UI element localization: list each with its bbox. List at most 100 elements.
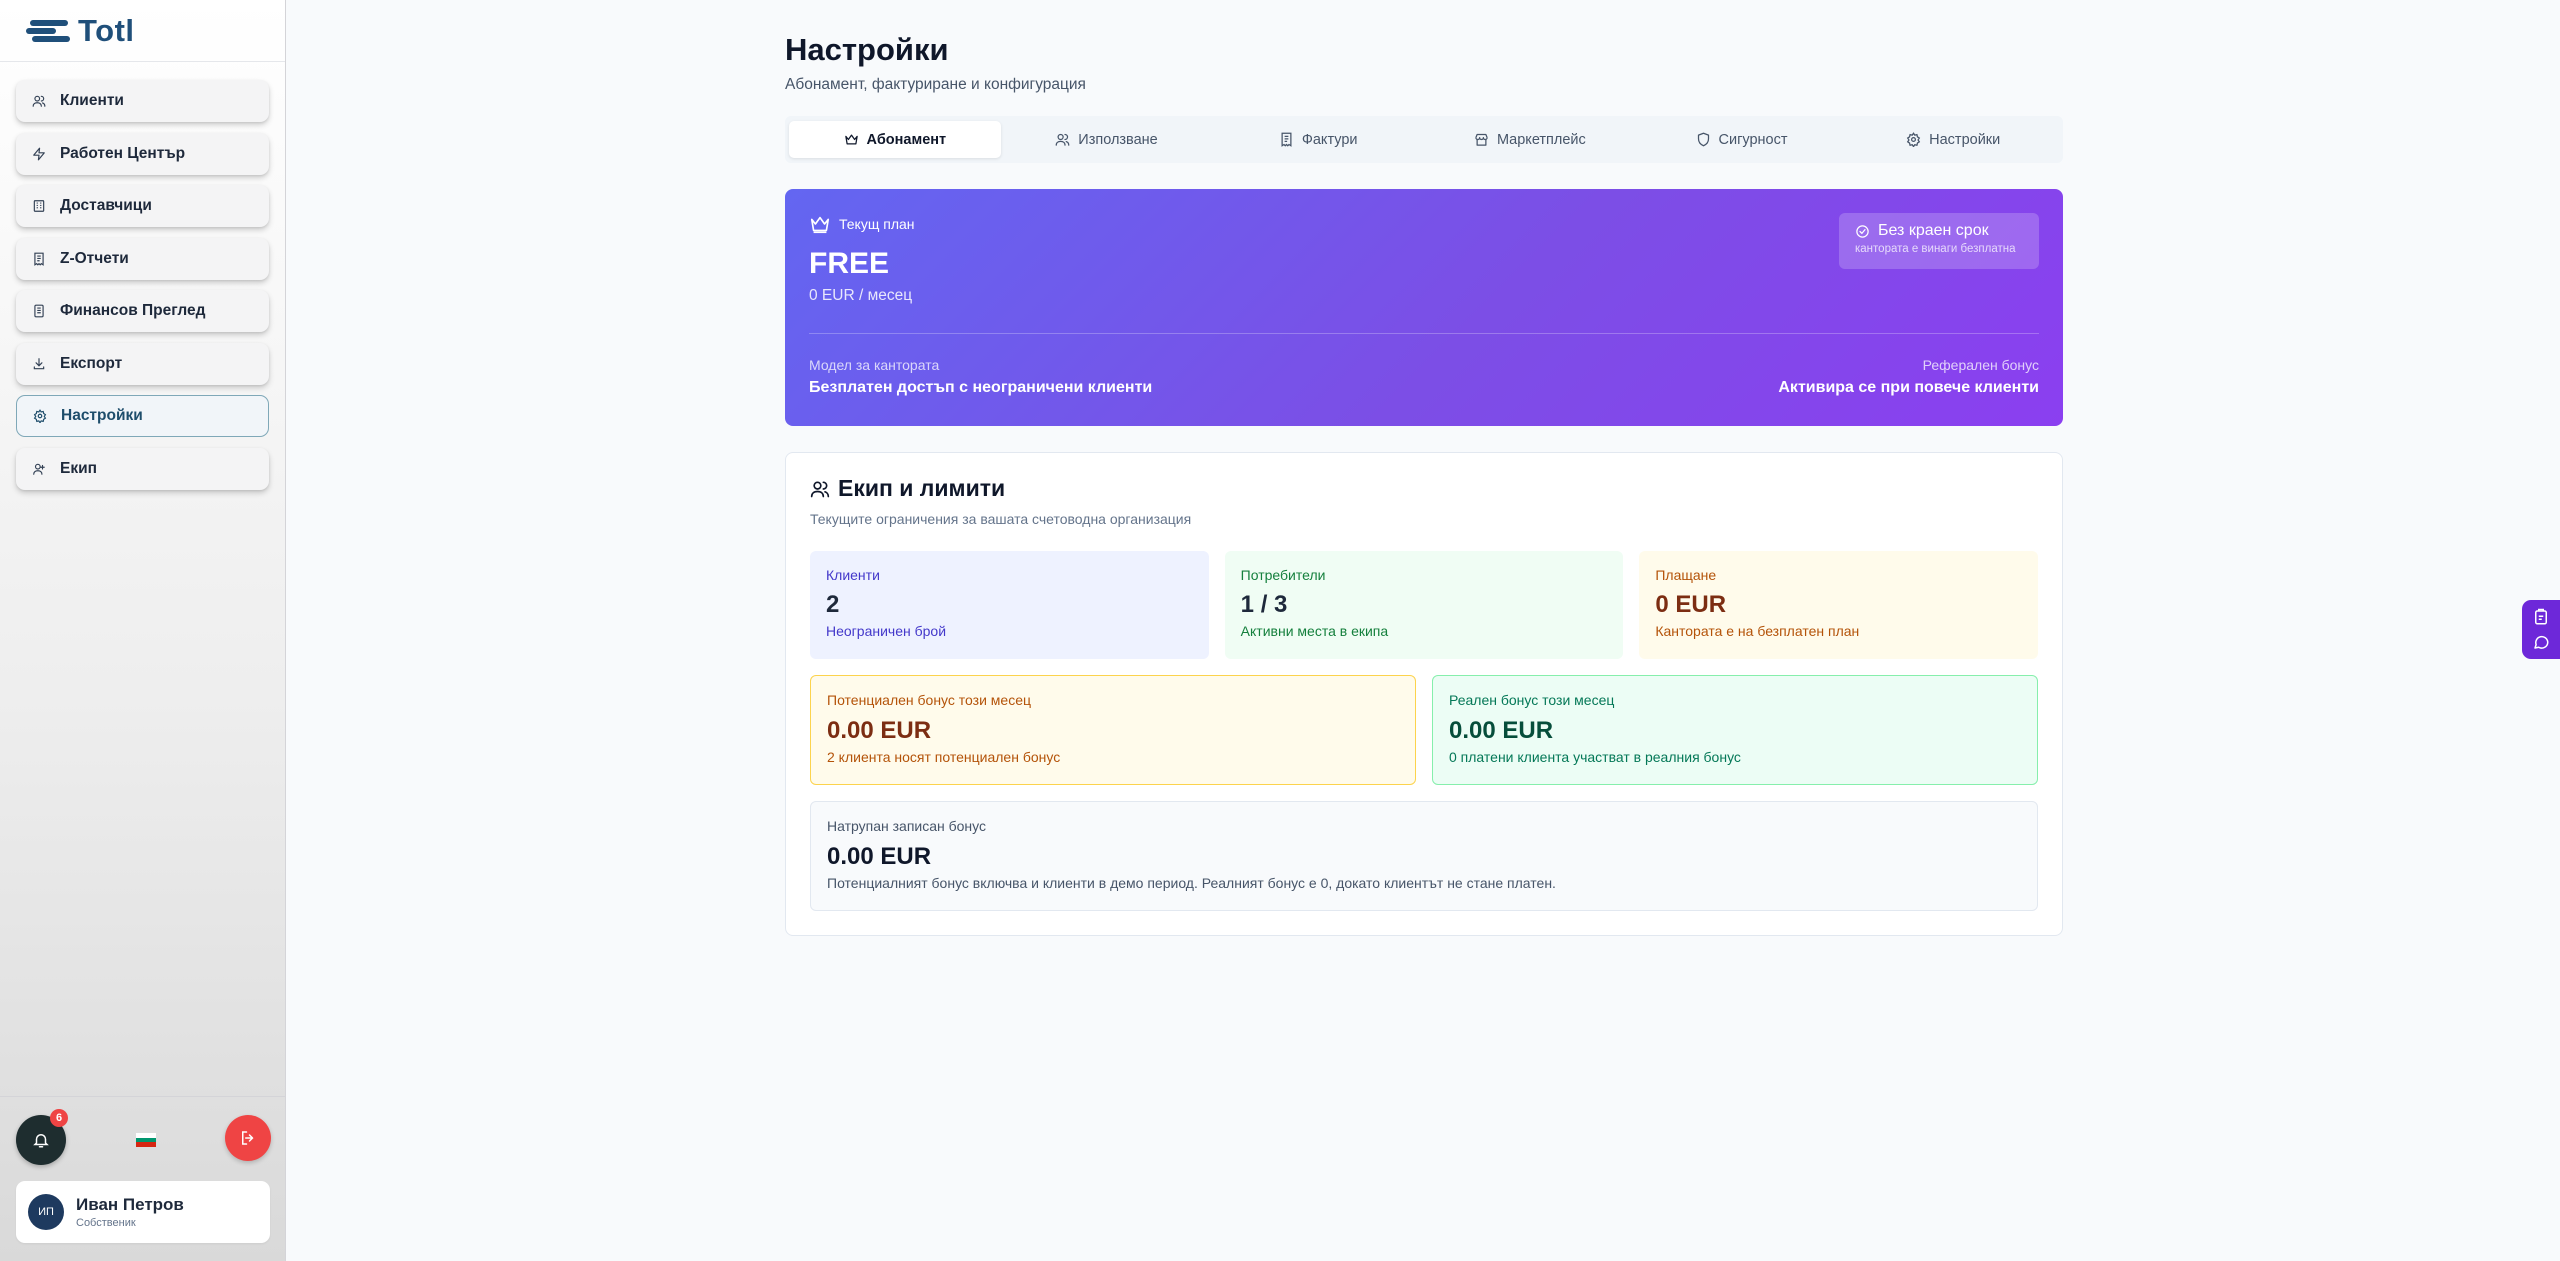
users-icon	[32, 94, 46, 108]
plan-price: 0 EUR / месец	[809, 287, 913, 304]
user-name: Иван Петров	[76, 1195, 184, 1214]
team-limits-title: Екип и лимити	[810, 475, 2038, 502]
sidebar-item-clients[interactable]: Клиенти	[16, 80, 269, 122]
tab-settings[interactable]: Настройки	[1847, 121, 2059, 158]
potential-bonus-value: 0.00 EUR	[827, 717, 932, 744]
plan-badge-subtitle: кантората е винаги безплатна	[1855, 243, 2016, 255]
model-value: Безплатен достъп с неограничени клиенти	[809, 379, 1153, 396]
settings-tabs: Абонамент Използване Фактури Маркетплейс…	[785, 116, 2063, 163]
download-icon	[32, 357, 46, 371]
tab-label: Маркетплейс	[1496, 131, 1586, 148]
plan-badge: Без краен срок кантората е винаги безпла…	[1839, 213, 2039, 269]
users-icon	[1055, 133, 1070, 146]
building-icon	[32, 199, 46, 213]
user-card[interactable]: ИП Иван Петров Собственик	[16, 1181, 270, 1243]
potential-bonus-description: 2 клиента носят потенциален бонус	[827, 749, 1061, 765]
sidebar-item-z-reports[interactable]: Z-Отчети	[16, 237, 269, 280]
bell-icon	[33, 1134, 49, 1148]
bonus-row: Потенциален бонус този месец 0.00 EUR 2 …	[810, 675, 2038, 785]
notifications-button[interactable]: 6	[16, 1109, 68, 1165]
tab-usage[interactable]: Използване	[1001, 121, 1213, 158]
real-bonus-value: 0.00 EUR	[1449, 717, 1554, 744]
sidebar-item-label: Експорт	[60, 354, 123, 372]
tab-label: Абонамент	[866, 131, 947, 148]
sidebar-item-label: Клиенти	[60, 92, 124, 109]
team-limits-card: Екип и лимити Текущите ограничения за ва…	[785, 452, 2063, 936]
avatar: ИП	[28, 1194, 64, 1230]
sidebar-item-settings[interactable]: Настройки	[16, 395, 269, 437]
accumulated-bonus-label: Натрупан записан бонус	[827, 818, 987, 834]
check-circle-icon	[1856, 224, 1869, 238]
bg-flag-icon[interactable]	[136, 1133, 156, 1147]
stat-description: Кантората е на безплатен план	[1655, 623, 1860, 639]
sidebar-item-label: Работен Център	[60, 144, 186, 162]
notification-badge: 6	[50, 1109, 68, 1127]
stat-description: Активни места в екипа	[1240, 623, 1389, 639]
accumulated-bonus-card: Натрупан записан бонус 0.00 EUR Потенциа…	[810, 801, 2038, 911]
tab-label: Фактури	[1301, 131, 1358, 148]
current-plan-card: Текущ план FREE 0 EUR / месец Без краен …	[785, 189, 2063, 426]
stat-label: Потребители	[1240, 567, 1326, 583]
plan-badge-title-text: Без краен срок	[1878, 222, 1989, 239]
floating-support-widget[interactable]	[2522, 600, 2560, 659]
store-icon	[1475, 133, 1488, 146]
sidebar-item-work-center[interactable]: Работен Център	[16, 132, 269, 175]
plan-badge-title: Без краен срок	[1855, 222, 2023, 240]
sidebar: Totl Клиенти Работен Център Доставчици Z…	[0, 0, 286, 1261]
sidebar-item-suppliers[interactable]: Доставчици	[16, 185, 269, 227]
accumulated-bonus-value: 0.00 EUR	[827, 843, 932, 870]
gear-icon	[33, 409, 47, 423]
stat-label: Клиенти	[826, 567, 880, 583]
main-content: Настройки Абонамент, фактуриране и конфи…	[785, 32, 2063, 936]
zap-icon	[32, 147, 46, 161]
sidebar-item-label: Екип	[60, 459, 97, 477]
accumulated-bonus-description: Потенциалният бонус включва и клиенти в …	[827, 875, 1556, 891]
stat-label: Плащане	[1655, 567, 1717, 583]
crown-icon	[810, 216, 830, 234]
sidebar-footer: 6 ИП Иван Петров Собственик	[0, 1096, 286, 1261]
tab-label: Настройки	[1929, 131, 2001, 148]
tab-label: Сигурност	[1718, 131, 1788, 148]
stat-users: Потребители 1 / 3 Активни места в екипа	[1224, 551, 1624, 659]
chat-icon[interactable]	[2532, 633, 2550, 651]
tab-label: Използване	[1078, 131, 1158, 148]
clipboard-icon[interactable]	[2532, 608, 2550, 626]
plan-label-text: Текущ план	[839, 216, 915, 232]
real-bonus-label: Реален бонус този месец	[1449, 692, 1615, 708]
user-role: Собственик	[76, 1217, 136, 1229]
plan-details: Модел за кантората Безплатен достъп с не…	[809, 357, 2039, 397]
crown-icon	[844, 134, 858, 145]
plan-divider	[809, 333, 2039, 334]
stat-value: 0 EUR	[1655, 591, 1727, 618]
referral-value: Активира се при повече клиенти	[1778, 379, 2039, 396]
team-icon	[32, 462, 46, 476]
receipt-icon	[1281, 132, 1292, 147]
report-icon	[32, 304, 46, 318]
logo[interactable]: Totl	[0, 0, 285, 62]
logout-icon	[242, 1131, 254, 1145]
potential-bonus-card: Потенциален бонус този месец 0.00 EUR 2 …	[810, 675, 1416, 785]
sidebar-item-finance[interactable]: Финансов Преглед	[16, 290, 269, 332]
tab-invoices[interactable]: Фактури	[1212, 121, 1424, 158]
model-label: Модел за кантората	[809, 357, 940, 373]
sidebar-item-label: Доставчици	[60, 197, 152, 214]
stat-clients: Клиенти 2 Неограничен брой	[810, 551, 1209, 659]
users-icon	[810, 481, 830, 497]
page-subtitle: Абонамент, фактуриране и конфигурация	[785, 76, 1086, 93]
real-bonus-card: Реален бонус този месец 0.00 EUR 0 плате…	[1432, 675, 2038, 785]
stat-value: 1 / 3	[1240, 591, 1288, 618]
logout-button[interactable]	[225, 1115, 271, 1161]
sidebar-item-label: Настройки	[61, 407, 143, 424]
tab-security[interactable]: Сигурност	[1636, 121, 1848, 158]
tab-subscription[interactable]: Абонамент	[789, 121, 1001, 158]
stats-row: Клиенти 2 Неограничен брой Потребители 1…	[810, 551, 2039, 659]
logo-text: Totl	[78, 12, 135, 48]
stat-value: 2	[826, 591, 840, 618]
sidebar-item-label: Финансов Преглед	[60, 302, 206, 319]
sidebar-item-export[interactable]: Експорт	[16, 342, 269, 385]
tab-marketplace[interactable]: Маркетплейс	[1424, 121, 1636, 158]
referral-label: Реферален бонус	[1922, 357, 2039, 373]
logo-icon	[26, 17, 72, 45]
receipt-icon	[32, 252, 46, 266]
sidebar-item-team[interactable]: Екип	[16, 447, 269, 490]
